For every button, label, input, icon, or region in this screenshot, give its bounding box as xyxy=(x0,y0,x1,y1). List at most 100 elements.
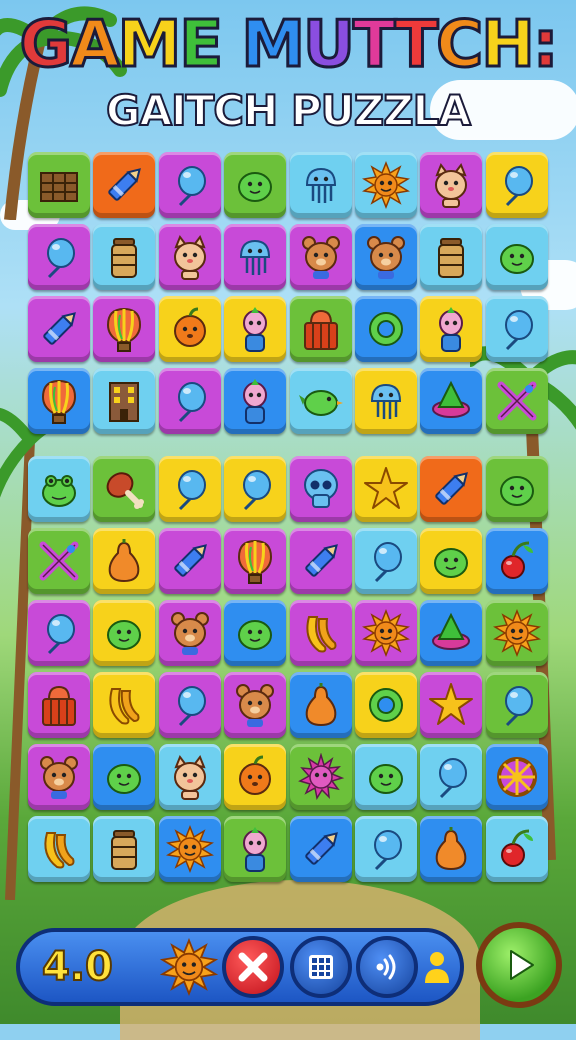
puzzle-tile[interactable] xyxy=(93,528,156,594)
puzzle-tile[interactable] xyxy=(485,816,548,882)
puzzle-tile[interactable] xyxy=(289,528,352,594)
puzzle-tile[interactable] xyxy=(158,296,221,362)
puzzle-tile[interactable] xyxy=(28,152,90,218)
puzzle-tile[interactable] xyxy=(420,152,483,218)
balloon-icon xyxy=(177,686,206,727)
puzzle-tile[interactable] xyxy=(485,744,548,810)
puzzle-tile[interactable] xyxy=(289,600,352,666)
puzzle-tile[interactable] xyxy=(28,224,90,290)
puzzle-tile[interactable] xyxy=(93,744,156,810)
star-icon xyxy=(363,467,408,509)
puzzle-tile[interactable] xyxy=(354,744,417,810)
puzzle-tile[interactable] xyxy=(93,152,156,218)
balloon-icon xyxy=(47,614,75,655)
puzzle-tile[interactable] xyxy=(93,600,156,666)
puzzle-tile[interactable] xyxy=(354,152,417,218)
puzzle-tile[interactable] xyxy=(420,672,483,738)
puzzle-tile[interactable] xyxy=(485,152,548,218)
puzzle-tile[interactable] xyxy=(420,368,483,434)
sun-icon xyxy=(492,609,541,657)
puzzle-tile[interactable] xyxy=(289,744,352,810)
puzzle-tile[interactable] xyxy=(420,816,483,882)
score-display: 4.0 xyxy=(41,943,114,991)
puzzle-tile[interactable] xyxy=(158,368,221,434)
puzzle-tile[interactable] xyxy=(158,600,221,666)
jar-icon xyxy=(438,238,465,278)
puzzle-tile[interactable] xyxy=(158,744,221,810)
puzzle-tile[interactable] xyxy=(485,528,548,594)
spinning-top-icon xyxy=(432,612,471,650)
puzzle-tile[interactable] xyxy=(289,152,352,218)
puzzle-tile[interactable] xyxy=(354,528,417,594)
puzzle-tile[interactable] xyxy=(158,672,221,738)
puzzle-tile[interactable] xyxy=(289,224,352,290)
puzzle-tile[interactable] xyxy=(158,528,221,594)
puzzle-tile[interactable] xyxy=(224,368,287,434)
puzzle-tile[interactable] xyxy=(93,816,156,882)
puzzle-tile[interactable] xyxy=(93,368,156,434)
crayon-icon xyxy=(174,544,207,577)
puzzle-tile[interactable] xyxy=(485,296,548,362)
puzzle-tile[interactable] xyxy=(224,456,287,522)
puzzle-tile[interactable] xyxy=(158,152,221,218)
puzzle-tile[interactable] xyxy=(354,600,417,666)
puzzle-tile[interactable] xyxy=(420,296,483,362)
balloon-icon xyxy=(177,382,206,423)
puzzle-tile[interactable] xyxy=(485,672,548,738)
puzzle-tile[interactable] xyxy=(289,296,352,362)
puzzle-tile[interactable] xyxy=(28,296,90,362)
puzzle-tile[interactable] xyxy=(93,224,156,290)
puzzle-tile[interactable] xyxy=(28,456,90,522)
puzzle-tile[interactable] xyxy=(158,816,221,882)
puzzle-tile[interactable] xyxy=(485,600,548,666)
puzzle-tile[interactable] xyxy=(158,456,221,522)
puzzle-tile[interactable] xyxy=(28,672,90,738)
puzzle-tile[interactable] xyxy=(28,744,90,810)
puzzle-tile[interactable] xyxy=(224,152,287,218)
puzzle-tile[interactable] xyxy=(289,672,352,738)
puzzle-tile[interactable] xyxy=(420,224,483,290)
puzzle-tile[interactable] xyxy=(420,600,483,666)
crayon-icon xyxy=(43,312,76,345)
puzzle-tile[interactable] xyxy=(93,456,156,522)
sound-button[interactable] xyxy=(356,936,418,998)
puzzle-tile[interactable] xyxy=(28,816,90,882)
puzzle-tile[interactable] xyxy=(485,368,548,434)
puzzle-tile[interactable] xyxy=(224,224,287,290)
puzzle-tile[interactable] xyxy=(354,296,417,362)
puzzle-tile[interactable] xyxy=(485,224,548,290)
puzzle-tile[interactable] xyxy=(224,600,287,666)
puzzle-tile[interactable] xyxy=(420,456,483,522)
play-button[interactable] xyxy=(476,922,562,1008)
doll-icon xyxy=(439,307,464,352)
puzzle-tile[interactable] xyxy=(354,456,417,522)
puzzle-tile[interactable] xyxy=(28,368,90,434)
puzzle-tile[interactable] xyxy=(93,672,156,738)
puzzle-tile[interactable] xyxy=(224,528,287,594)
title-letter: E xyxy=(178,7,225,84)
puzzle-tile[interactable] xyxy=(224,816,287,882)
puzzle-tile[interactable] xyxy=(289,368,352,434)
puzzle-tile[interactable] xyxy=(93,296,156,362)
sun-bonus-button[interactable] xyxy=(158,936,220,998)
puzzle-tile[interactable] xyxy=(28,600,90,666)
profile-button[interactable] xyxy=(412,936,462,998)
puzzle-tile[interactable] xyxy=(420,528,483,594)
puzzle-tile[interactable] xyxy=(354,368,417,434)
hot-air-balloon-icon xyxy=(238,539,273,584)
banana-icon xyxy=(44,832,75,869)
puzzle-tile[interactable] xyxy=(224,672,287,738)
puzzle-tile[interactable] xyxy=(354,672,417,738)
puzzle-tile[interactable] xyxy=(224,296,287,362)
puzzle-tile[interactable] xyxy=(354,816,417,882)
puzzle-tile[interactable] xyxy=(289,456,352,522)
puzzle-tile[interactable] xyxy=(289,816,352,882)
puzzle-tile[interactable] xyxy=(420,744,483,810)
puzzle-tile[interactable] xyxy=(224,744,287,810)
close-button[interactable] xyxy=(222,936,284,998)
puzzle-tile[interactable] xyxy=(354,224,417,290)
puzzle-tile[interactable] xyxy=(158,224,221,290)
puzzle-tile[interactable] xyxy=(485,456,548,522)
puzzle-tile[interactable] xyxy=(28,528,90,594)
grid-menu-button[interactable] xyxy=(290,936,352,998)
